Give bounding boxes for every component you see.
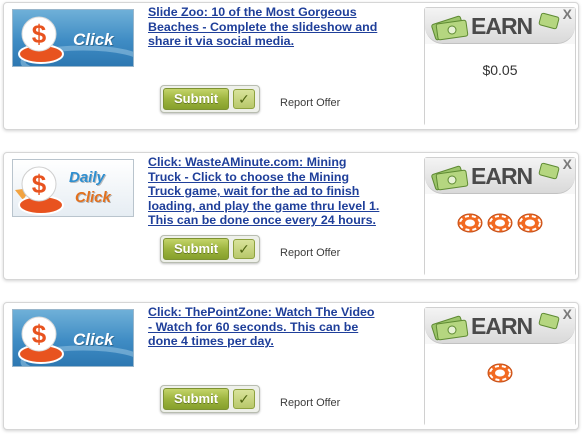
reward-area [425,344,575,426]
svg-text:$: $ [32,19,47,49]
offer-card: $ Daily Click Click: WasteAMinute.com: M… [3,152,579,280]
close-icon[interactable]: X [563,6,572,22]
thumbnail-label: Daily [69,169,105,186]
money-stack-icon [431,15,469,41]
offer-card: $ Click Click: ThePointZone: Watch The V… [3,302,579,430]
poker-chip-icon [487,363,513,383]
reward-chips [425,212,575,239]
poker-chip-icon [487,213,513,233]
money-stack-icon [538,162,560,180]
money-stack-icon [431,165,469,191]
offer-description-link[interactable]: Click: ThePointZone: Watch The Video - W… [148,305,380,349]
offer-thumbnail[interactable]: $ Daily Click [12,159,134,217]
submit-control: Submit ✓ [160,235,260,263]
thumbnail-label: Click [73,30,114,49]
close-icon[interactable]: X [563,306,572,322]
poker-chip-icon [517,213,543,233]
thumbnail-label: Click [73,330,114,349]
offer-description-link[interactable]: Slide Zoo: 10 of the Most Gorgeous Beach… [148,5,380,49]
poker-chip-icon [457,213,483,233]
submit-button[interactable]: Submit [163,388,229,410]
reward-area: $0.05 [425,44,575,126]
report-offer-link[interactable]: Report Offer [280,97,340,109]
earn-label: EARN [471,163,533,189]
money-stack-icon [431,315,469,341]
money-stack-icon [538,312,560,330]
svg-text:$: $ [32,319,47,349]
submit-control: Submit ✓ [160,385,260,413]
check-icon[interactable]: ✓ [233,89,255,109]
submit-button[interactable]: Submit [163,88,229,110]
earn-header: EARN X [425,6,575,44]
reward-chips [425,362,575,389]
offer-description-link[interactable]: Click: WasteAMinute.com: Mining Truck - … [148,155,380,228]
earn-panel: EARN X [424,156,576,276]
report-offer-link[interactable]: Report Offer [280,247,340,259]
reward-area [425,194,575,276]
close-icon[interactable]: X [563,156,572,172]
earn-header: EARN X [425,156,575,194]
submit-button[interactable]: Submit [163,238,229,260]
earn-label: EARN [471,313,533,339]
earn-panel: EARN X [424,306,576,426]
check-icon[interactable]: ✓ [233,389,255,409]
offer-thumbnail[interactable]: $ Click [12,309,134,367]
check-icon[interactable]: ✓ [233,239,255,259]
submit-control: Submit ✓ [160,85,260,113]
report-offer-link[interactable]: Report Offer [280,397,340,409]
reward-amount: $0.05 [482,62,518,78]
earn-header: EARN X [425,306,575,344]
svg-text:$: $ [32,169,47,199]
thumbnail-label: Click [75,189,111,206]
money-stack-icon [538,12,560,30]
offer-card: $ Click Slide Zoo: 10 of the Most Gorgeo… [3,2,579,130]
earn-panel: EARN X $0.05 [424,6,576,126]
earn-label: EARN [471,13,533,39]
offer-thumbnail[interactable]: $ Click [12,9,134,67]
